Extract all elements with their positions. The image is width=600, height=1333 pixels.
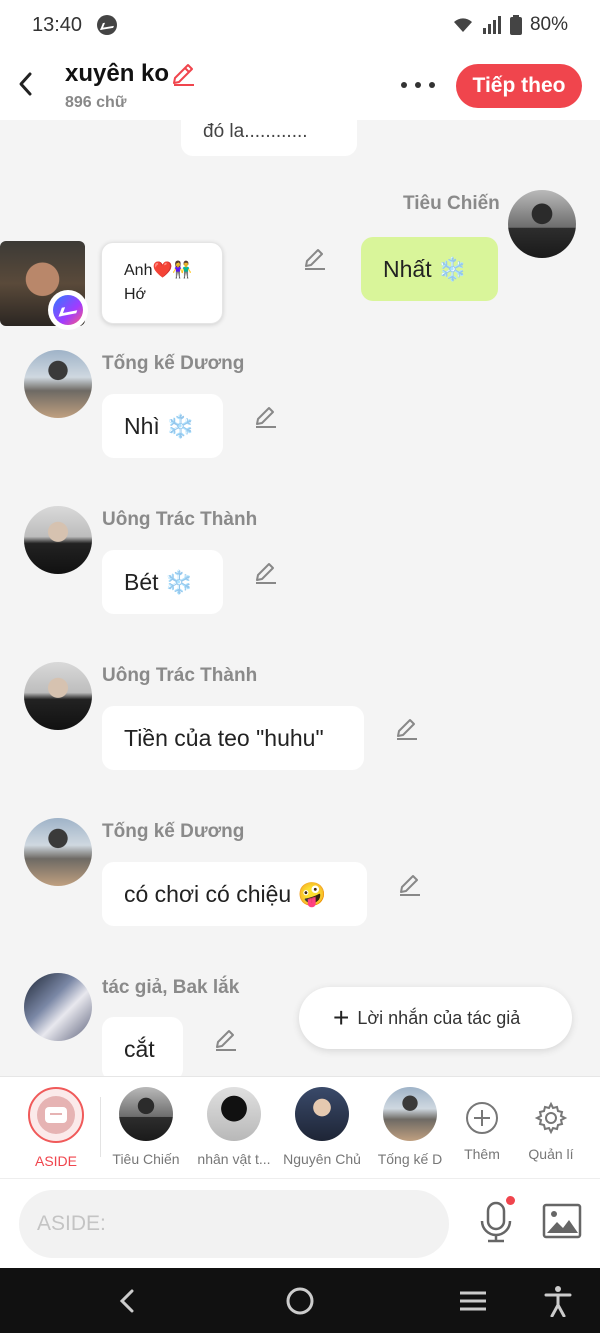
word-count: 896 chữ	[65, 94, 127, 111]
avatar	[383, 1087, 437, 1141]
nav-back-icon[interactable]	[110, 1285, 144, 1317]
nav-recents-icon[interactable]	[456, 1285, 490, 1317]
edit-message-icon[interactable]	[302, 246, 328, 272]
author-note-label: Lời nhắn của tác giả	[357, 1007, 521, 1028]
message-sender: tác giả, Bak lắk	[102, 977, 240, 998]
add-circle-icon	[466, 1102, 498, 1134]
message-bubble[interactable]: cắt	[102, 1017, 183, 1076]
nav-home-icon[interactable]	[283, 1285, 317, 1317]
message-bubble[interactable]: Anh❤️👫 Hớ	[101, 242, 223, 324]
edit-message-icon[interactable]	[213, 1027, 239, 1053]
notification-dot	[506, 1196, 515, 1205]
system-nav-bar	[0, 1268, 600, 1333]
edit-message-icon[interactable]	[394, 716, 420, 742]
character-selector: ASIDE Tiêu Chiến nhân vật t... Nguyên Ch…	[0, 1076, 600, 1178]
message-text: Nhì ❄️	[124, 412, 195, 439]
edit-message-icon[interactable]	[397, 872, 423, 898]
message-input[interactable]: ASIDE:	[19, 1190, 449, 1258]
edit-title-pencil-icon[interactable]	[170, 61, 196, 87]
character-nguyen-chu[interactable]: Nguyên Chủ	[277, 1087, 367, 1167]
plus-icon: +	[333, 1002, 350, 1033]
message-text: Tiền của teo "huhu"	[124, 724, 324, 751]
message-sender: Tiêu Chiến	[403, 193, 500, 214]
avatar	[207, 1087, 261, 1141]
message-text: Nhất ❄️	[383, 255, 467, 282]
character-label: Nguyên Chủ	[283, 1151, 361, 1167]
message-sender: Tống kế Dương	[102, 353, 245, 374]
message-text: Bét ❄️	[124, 568, 194, 595]
manage-label: Quản lí	[528, 1146, 574, 1162]
signal-icon	[482, 16, 501, 34]
wifi-icon	[453, 18, 472, 32]
gear-icon	[534, 1101, 568, 1135]
edit-message-icon[interactable]	[253, 404, 279, 430]
manage-characters-button[interactable]: Quản lí	[506, 1087, 596, 1162]
message-text: đó la............	[203, 121, 308, 142]
battery-percent: 80%	[529, 14, 568, 35]
status-indicators: 80%	[452, 14, 568, 36]
avatar	[119, 1087, 173, 1141]
message-text: Anh❤️👫	[124, 262, 193, 279]
story-header: xuyên ko 896 chữ Tiếp theo	[0, 50, 600, 120]
image-icon[interactable]	[542, 1203, 582, 1239]
avatar[interactable]	[508, 190, 576, 258]
battery-icon	[509, 15, 522, 35]
message-bubble[interactable]: Bét ❄️	[102, 550, 223, 614]
message-bubble[interactable]: Nhất ❄️	[361, 237, 498, 301]
message-sender: Tống kế Dương	[102, 821, 245, 842]
avatar[interactable]	[24, 506, 92, 574]
character-tieu-chien[interactable]: Tiêu Chiến	[101, 1087, 191, 1167]
edit-message-icon[interactable]	[253, 560, 279, 586]
story-title: xuyên ko	[65, 60, 170, 87]
back-arrow-icon[interactable]	[12, 66, 42, 102]
messenger-badge-icon[interactable]	[48, 290, 88, 330]
message-text: có chơi có chiệu 🤪	[124, 880, 327, 907]
avatar[interactable]	[24, 818, 92, 886]
aside-icon	[28, 1087, 84, 1143]
messenger-notification-icon	[97, 15, 117, 35]
author-note-button[interactable]: + Lời nhắn của tác giả	[299, 987, 572, 1049]
avatar[interactable]	[24, 973, 92, 1041]
character-label: Tiêu Chiến	[112, 1151, 180, 1167]
character-label: nhân vật t...	[197, 1151, 271, 1167]
status-time: 13:40	[32, 14, 83, 36]
chat-area[interactable]: đó la............ Tiêu Chiến Nhất ❄️ Anh…	[0, 120, 600, 1076]
message-bubble[interactable]: đó la............	[181, 120, 357, 156]
message-text: Hớ	[124, 286, 147, 303]
message-sender: Uông Trác Thành	[102, 665, 258, 686]
avatar[interactable]	[24, 662, 92, 730]
message-bubble[interactable]: có chơi có chiệu 🤪	[102, 862, 367, 926]
status-bar: 13:40 80%	[0, 0, 600, 50]
avatar	[295, 1087, 349, 1141]
message-bubble[interactable]: Tiền của teo "huhu"	[102, 706, 364, 770]
avatar[interactable]	[24, 350, 92, 418]
more-options-icon[interactable]	[398, 70, 438, 100]
message-text: cắt	[124, 1035, 155, 1062]
next-button[interactable]: Tiếp theo	[456, 64, 582, 108]
edit-message-icon[interactable]	[390, 120, 416, 136]
compose-bar: ASIDE:	[0, 1178, 600, 1268]
character-label: ASIDE	[34, 1153, 77, 1169]
accessibility-icon[interactable]	[541, 1285, 575, 1317]
message-sender: Uông Trác Thành	[102, 509, 258, 530]
message-bubble[interactable]: Nhì ❄️	[102, 394, 223, 458]
character-aside[interactable]: ASIDE	[11, 1087, 101, 1169]
character-nhan-vat[interactable]: nhân vật t...	[189, 1087, 279, 1167]
